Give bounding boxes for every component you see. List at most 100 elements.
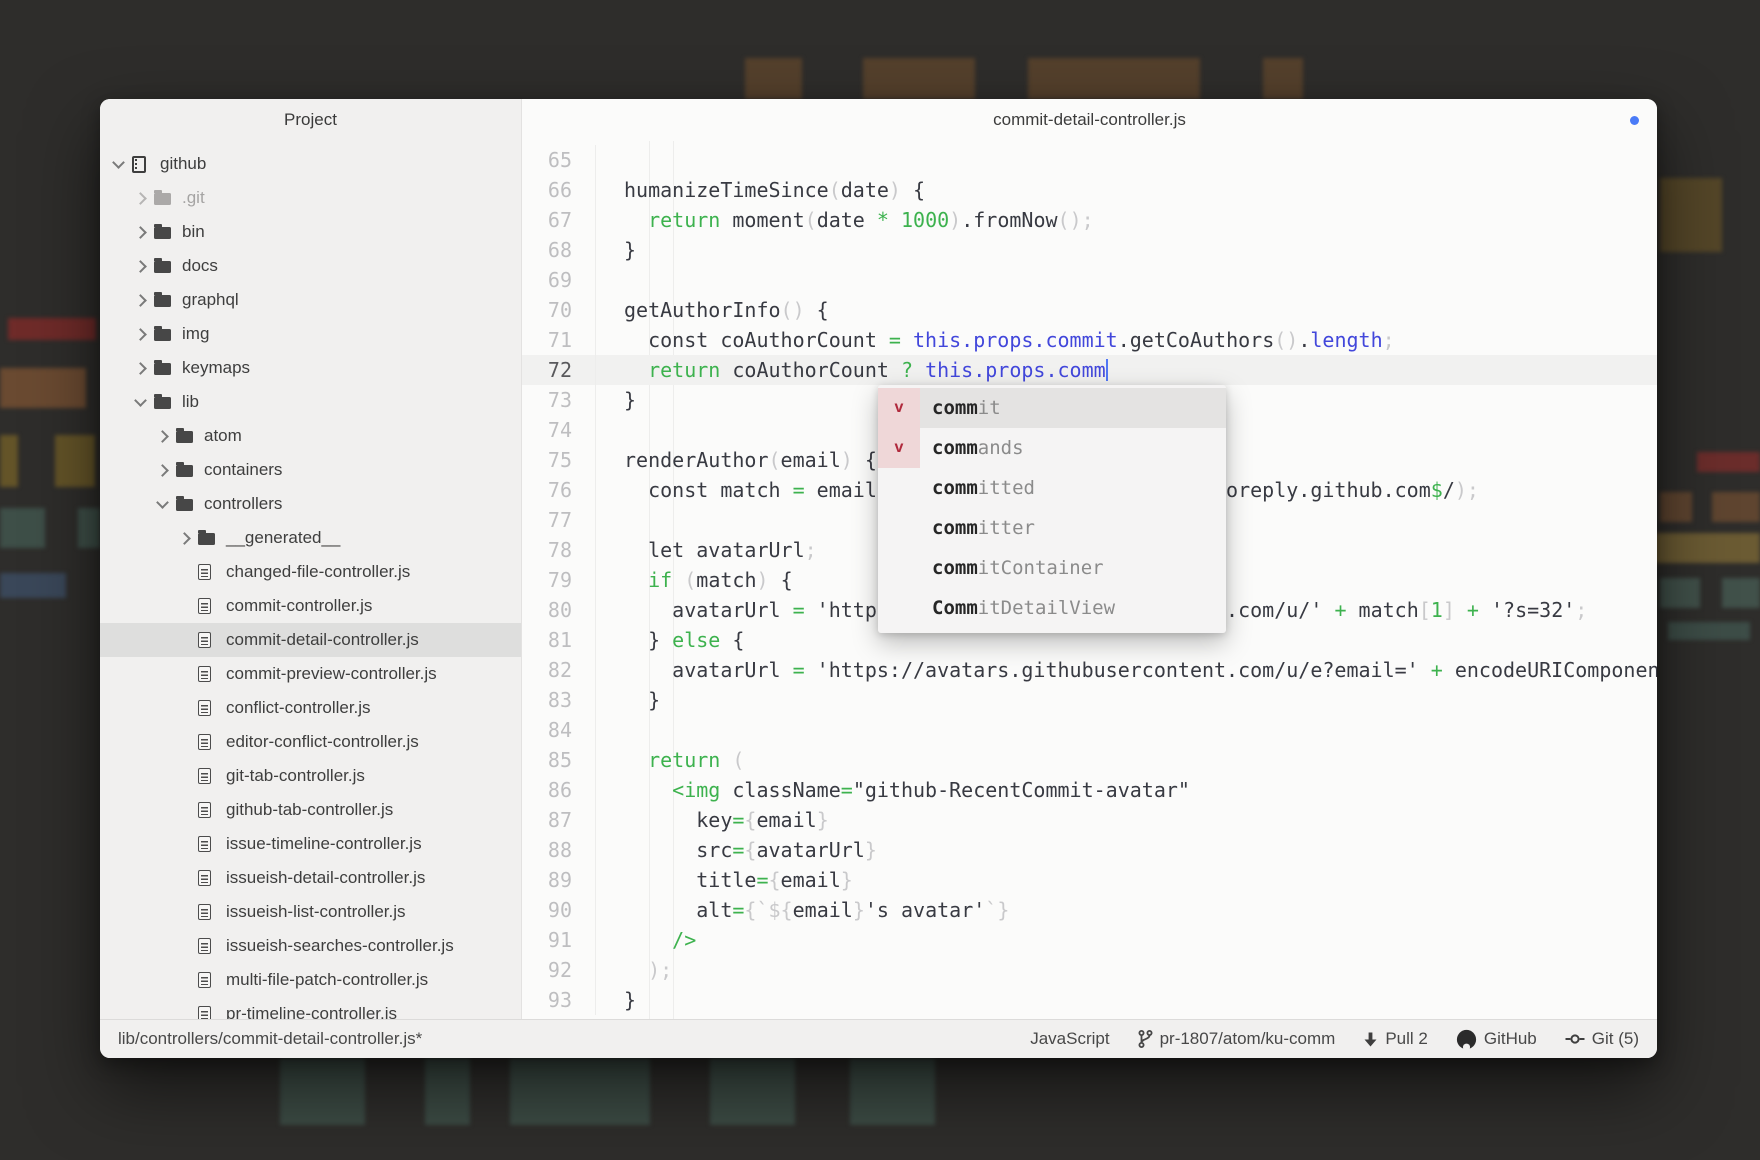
code-line-90[interactable]: 90 alt={`${email}'s avatar'`} bbox=[522, 895, 1657, 925]
code-line-87[interactable]: 87 key={email} bbox=[522, 805, 1657, 835]
tree-folder-lib[interactable]: lib bbox=[100, 385, 521, 419]
code-line-93[interactable]: 93} bbox=[522, 985, 1657, 1015]
chevron-down-icon[interactable] bbox=[112, 161, 132, 167]
code-line-66[interactable]: 66humanizeTimeSince(date) { bbox=[522, 175, 1657, 205]
wallpaper-block bbox=[78, 508, 100, 548]
tree-file-git-tab-controller.js[interactable]: git-tab-controller.js bbox=[100, 759, 521, 793]
autocomplete-item-committer[interactable]: committer bbox=[878, 508, 1226, 548]
tree-folder-keymaps[interactable]: keymaps bbox=[100, 351, 521, 385]
code-line-83[interactable]: 83 } bbox=[522, 685, 1657, 715]
code-line-92[interactable]: 92 ); bbox=[522, 955, 1657, 985]
chevron-right-icon[interactable] bbox=[134, 330, 154, 339]
tree-file-multi-file-patch-controller.js[interactable]: multi-file-patch-controller.js bbox=[100, 963, 521, 997]
code-text: <img className="github-RecentCommit-avat… bbox=[624, 775, 1190, 805]
code-line-69[interactable]: 69 bbox=[522, 265, 1657, 295]
code-line-89[interactable]: 89 title={email} bbox=[522, 865, 1657, 895]
wallpaper-block bbox=[425, 1058, 470, 1125]
tree-folder-docs[interactable]: docs bbox=[100, 249, 521, 283]
status-github[interactable]: GitHub bbox=[1456, 1029, 1537, 1050]
status-language[interactable]: JavaScript bbox=[1030, 1029, 1109, 1049]
tree-file-github-tab-controller.js[interactable]: github-tab-controller.js bbox=[100, 793, 521, 827]
tree-folder-containers[interactable]: containers bbox=[100, 453, 521, 487]
line-number: 93 bbox=[522, 985, 596, 1015]
tree-folder-.git[interactable]: .git bbox=[100, 181, 521, 215]
tree-folder-github[interactable]: github bbox=[100, 147, 521, 181]
file-icon bbox=[198, 564, 224, 580]
code-text: ); bbox=[624, 955, 672, 985]
line-number: 91 bbox=[522, 925, 596, 955]
chevron-down-icon[interactable] bbox=[134, 399, 154, 405]
chevron-right-icon[interactable] bbox=[134, 228, 154, 237]
line-number: 92 bbox=[522, 955, 596, 985]
tree-folder-controllers[interactable]: controllers bbox=[100, 487, 521, 521]
code-line-71[interactable]: 71 const coAuthorCount = this.props.comm… bbox=[522, 325, 1657, 355]
file-tree[interactable]: github .git bin docsgraphqlimgkeymapslibato… bbox=[100, 141, 521, 1019]
status-git[interactable]: Git (5) bbox=[1565, 1029, 1639, 1049]
tree-folder-graphql[interactable]: graphql bbox=[100, 283, 521, 317]
tree-folder-img[interactable]: img bbox=[100, 317, 521, 351]
tree-file-issue-timeline-controller.js[interactable]: issue-timeline-controller.js bbox=[100, 827, 521, 861]
chevron-right-icon[interactable] bbox=[134, 262, 154, 271]
tree-file-issueish-list-controller.js[interactable]: issueish-list-controller.js bbox=[100, 895, 521, 929]
tree-item-label: .git bbox=[182, 188, 205, 208]
code-line-70[interactable]: 70getAuthorInfo() { bbox=[522, 295, 1657, 325]
status-pull[interactable]: Pull 2 bbox=[1363, 1029, 1428, 1049]
code-line-86[interactable]: 86 <img className="github-RecentCommit-a… bbox=[522, 775, 1657, 805]
code-line-68[interactable]: 68} bbox=[522, 235, 1657, 265]
autocomplete-item-CommitDetailView[interactable]: CommitDetailView bbox=[878, 588, 1226, 628]
autocomplete-item-committed[interactable]: committed bbox=[878, 468, 1226, 508]
tree-file-issueish-searches-controller.js[interactable]: issueish-searches-controller.js bbox=[100, 929, 521, 963]
code-text: key={email} bbox=[624, 805, 829, 835]
line-number: 69 bbox=[522, 265, 596, 295]
tree-file-conflict-controller.js[interactable]: conflict-controller.js bbox=[100, 691, 521, 725]
wallpaper-block bbox=[1655, 533, 1760, 563]
file-icon bbox=[198, 904, 224, 920]
code-line-82[interactable]: 82 avatarUrl = 'https://avatars.githubus… bbox=[522, 655, 1657, 685]
chevron-right-icon[interactable] bbox=[134, 364, 154, 373]
tree-folder-atom[interactable]: atom bbox=[100, 419, 521, 453]
autocomplete-item-commit[interactable]: vcommit bbox=[878, 388, 1226, 428]
code-text: getAuthorInfo() { bbox=[624, 295, 829, 325]
code-line-88[interactable]: 88 src={avatarUrl} bbox=[522, 835, 1657, 865]
tree-item-label: bin bbox=[182, 222, 205, 242]
chevron-right-icon[interactable] bbox=[134, 296, 154, 305]
line-number: 76 bbox=[522, 475, 596, 505]
status-branch[interactable]: pr-1807/atom/ku-comm bbox=[1138, 1029, 1336, 1049]
code-line-91[interactable]: 91 /> bbox=[522, 925, 1657, 955]
code-line-84[interactable]: 84 bbox=[522, 715, 1657, 745]
tree-item-label: multi-file-patch-controller.js bbox=[226, 970, 428, 990]
tree-folder-__generated__[interactable]: __generated__ bbox=[100, 521, 521, 555]
chevron-right-icon[interactable] bbox=[178, 534, 198, 543]
modified-indicator-dot bbox=[1630, 116, 1639, 125]
code-line-65[interactable]: 65 bbox=[522, 145, 1657, 175]
tree-file-changed-file-controller.js[interactable]: changed-file-controller.js bbox=[100, 555, 521, 589]
code-line-72[interactable]: 72 return coAuthorCount ? this.props.com… bbox=[522, 355, 1657, 385]
code-text: return coAuthorCount ? this.props.comm bbox=[624, 355, 1108, 385]
code-text: title={email} bbox=[624, 865, 853, 895]
chevron-right-icon[interactable] bbox=[134, 194, 154, 203]
chevron-right-icon[interactable] bbox=[156, 432, 176, 441]
tree-file-pr-timeline-controller.js[interactable]: pr-timeline-controller.js bbox=[100, 997, 521, 1019]
tree-file-commit-preview-controller.js[interactable]: commit-preview-controller.js bbox=[100, 657, 521, 691]
no-badge bbox=[878, 468, 920, 508]
chevron-down-icon[interactable] bbox=[156, 501, 176, 507]
autocomplete-item-commitContainer[interactable]: commitContainer bbox=[878, 548, 1226, 588]
file-icon bbox=[198, 768, 224, 784]
wallpaper-block bbox=[850, 1058, 935, 1125]
code-text: /> bbox=[624, 925, 696, 955]
tree-file-issueish-detail-controller.js[interactable]: issueish-detail-controller.js bbox=[100, 861, 521, 895]
code-text: } bbox=[624, 685, 660, 715]
line-number: 77 bbox=[522, 505, 596, 535]
git-commit-icon bbox=[1565, 1029, 1585, 1049]
tree-file-commit-controller.js[interactable]: commit-controller.js bbox=[100, 589, 521, 623]
autocomplete-list: vcommitvcommandscommittedcommittercommit… bbox=[878, 388, 1226, 628]
tree-file-commit-detail-controller.js[interactable]: commit-detail-controller.js bbox=[100, 623, 521, 657]
tree-file-editor-conflict-controller.js[interactable]: editor-conflict-controller.js bbox=[100, 725, 521, 759]
folder-icon bbox=[154, 293, 180, 307]
chevron-right-icon[interactable] bbox=[156, 466, 176, 475]
tree-folder-bin[interactable]: bin bbox=[100, 215, 521, 249]
code-line-67[interactable]: 67 return moment(date * 1000).fromNow(); bbox=[522, 205, 1657, 235]
autocomplete-item-commands[interactable]: vcommands bbox=[878, 428, 1226, 468]
code-line-85[interactable]: 85 return ( bbox=[522, 745, 1657, 775]
suggestion-label: committed bbox=[932, 468, 1035, 508]
